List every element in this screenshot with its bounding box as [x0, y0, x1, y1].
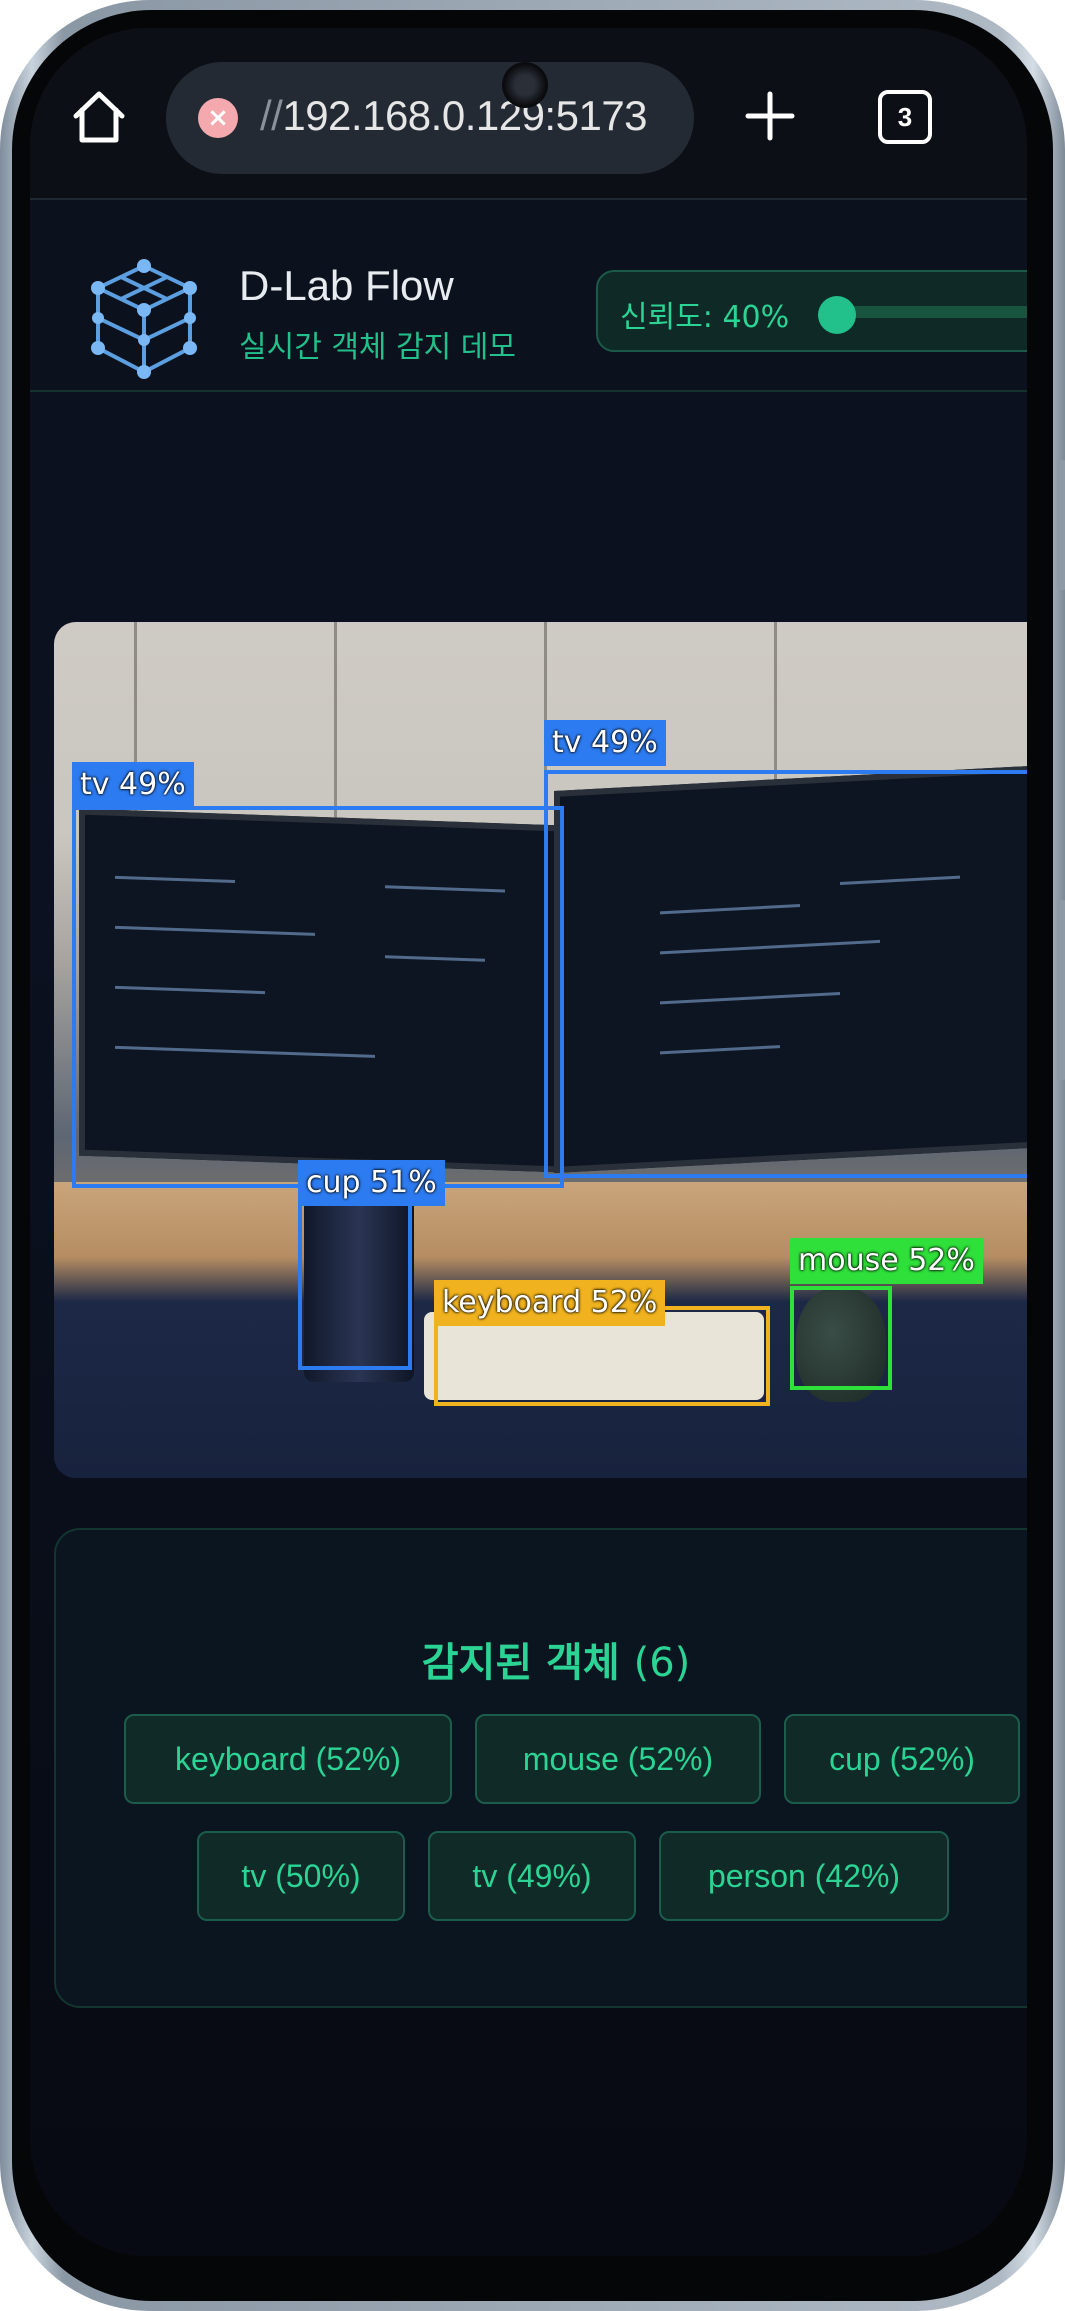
bbox-label: tv 49% [544, 720, 666, 766]
bbox-label: tv 49% [72, 762, 194, 808]
detected-object-chip[interactable]: cup (52%) [784, 1714, 1020, 1804]
detected-objects-title: 감지된 객체 (6) [421, 1640, 691, 1686]
detected-object-chip[interactable]: mouse (52%) [475, 1714, 761, 1804]
power-button [1057, 900, 1065, 1080]
bbox-label: mouse 52% [790, 1238, 983, 1284]
detection-video-frame: tv 49% tv 49% cup 51% keyboard 52% mouse… [54, 622, 1027, 1478]
confidence-control: 신뢰도: 40% [596, 270, 1027, 352]
detected-object-chip[interactable]: person (42%) [659, 1831, 949, 1921]
app-subtitle: 실시간 객체 감지 데모 [239, 330, 517, 365]
confidence-label: 신뢰도: 40% [620, 300, 790, 335]
detected-object-chip[interactable]: tv (49%) [428, 1831, 636, 1921]
tab-count: 3 [897, 101, 913, 132]
phone-frame: × //192.168.0.129:5173 3 D-Lab Flow 실시간 … [0, 0, 1065, 2311]
home-icon[interactable] [70, 88, 128, 146]
app-title: D-Lab Flow [239, 262, 454, 309]
bbox-label: keyboard 52% [434, 1280, 666, 1326]
confidence-slider-track[interactable] [830, 306, 1027, 318]
bbox-tv-right [544, 770, 1027, 1178]
browser-toolbar: × //192.168.0.129:5173 3 [30, 28, 1027, 200]
bbox-mouse [790, 1286, 892, 1390]
bbox-label: cup 51% [298, 1160, 445, 1206]
volume-button [1057, 460, 1065, 590]
confidence-slider-thumb[interactable] [818, 296, 856, 334]
url-text[interactable]: //192.168.0.129:5173 [260, 92, 648, 140]
detected-objects-panel: 감지된 객체 (6) keyboard (52%) mouse (52%) cu… [54, 1528, 1027, 2008]
address-bar[interactable]: × //192.168.0.129:5173 [166, 62, 694, 174]
detected-object-chip[interactable]: keyboard (52%) [124, 1714, 452, 1804]
cube-logo-icon [91, 259, 197, 379]
front-camera [502, 62, 548, 108]
app-header: D-Lab Flow 실시간 객체 감지 데모 신뢰도: 40% [30, 200, 1027, 392]
bbox-cup [298, 1192, 412, 1370]
plus-icon[interactable] [742, 88, 798, 144]
screen: × //192.168.0.129:5173 3 D-Lab Flow 실시간 … [30, 28, 1027, 2256]
bbox-tv-left [72, 806, 564, 1188]
not-secure-icon[interactable]: × [198, 98, 238, 138]
tab-switcher-button[interactable]: 3 [878, 90, 932, 144]
detected-object-chip[interactable]: tv (50%) [197, 1831, 405, 1921]
